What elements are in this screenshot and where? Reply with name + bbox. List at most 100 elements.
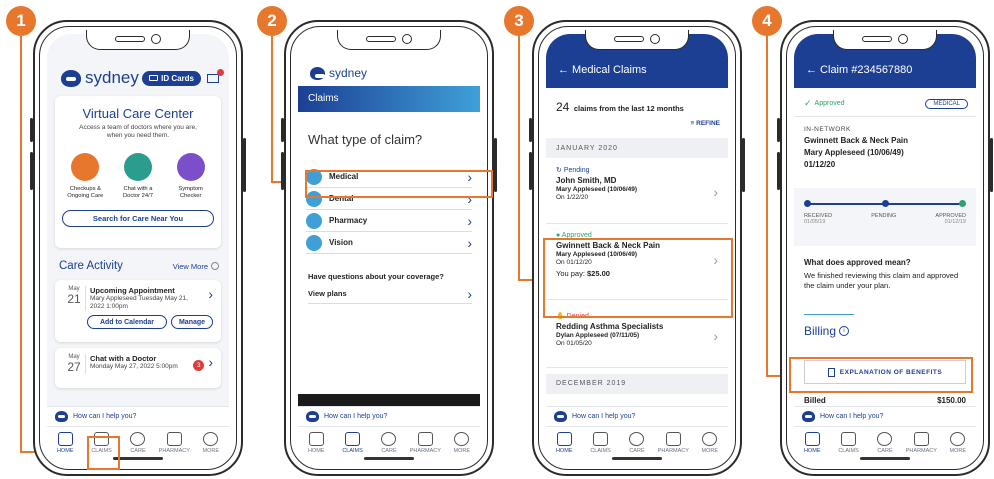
chat-count-badge: 3 [193,360,205,371]
pending-status: Pending [563,167,590,174]
nav-care[interactable]: CARE [868,432,902,454]
vcc-subtitle: Access a team of doctors where you are, … [79,124,197,140]
symptom-checker-label: Symptom Checker [178,185,203,199]
appt-title: Upcoming Appointment [90,286,175,295]
nav-pharmacy-label: PHARMACY [158,448,190,454]
symptom-checker-icon [176,152,205,181]
info-icon[interactable]: i [839,326,850,336]
help-text: How can I help you? [820,413,884,420]
nav-claims-label: CLAIMS [838,448,859,454]
calendar-heart-icon [71,152,100,181]
view-plans-link[interactable]: View plans › [308,284,472,304]
nav-more[interactable]: MORE [194,432,228,454]
step-badge-4: 4 [752,6,782,36]
nav-home[interactable]: HOME [299,432,333,454]
patient-name: Mary Appleseed (10/06/49) [804,148,904,157]
nav-claims[interactable]: CLAIMS [584,432,618,454]
add-to-calendar-button[interactable]: Add to Calendar [87,315,167,330]
claim-type-question: What type of claim? [308,132,423,147]
nav-home[interactable]: HOME [48,432,82,454]
denied-provider: Redding Asthma Specialists [556,322,664,331]
connector-line-1 [20,34,22,453]
home-indicator [860,457,910,460]
back-title[interactable]: ← Medical Claims [558,64,647,76]
home-icon [556,432,572,446]
claims-count: 24 claims from the last 12 months [556,98,720,116]
claims-count-text: claims from the last 12 months [573,104,684,113]
assistant-icon [306,411,319,422]
heart-pulse-icon [877,432,893,446]
assistant-icon [554,411,567,422]
nav-more-label: MORE [453,448,471,454]
help-text: How can I help you? [572,413,636,420]
heart-pulse-icon [381,432,397,446]
nav-claims[interactable]: CLAIMS [832,432,866,454]
assistant-icon [55,411,68,422]
approved-question: What does approved mean? [804,258,911,267]
highlight-medical-row [305,170,493,198]
nav-more[interactable]: MORE [693,432,727,454]
clipboard-icon [593,432,609,446]
nav-pharmacy-label: PHARMACY [657,448,689,454]
nav-care-label: CARE [130,448,146,454]
chat-doctor-icon [123,152,152,181]
appt-day: 21 [67,292,81,306]
nav-care-label: CARE [629,448,645,454]
refine-button[interactable]: ≡ REFINE [556,120,720,127]
chat-doctor-option[interactable]: Chat with a Doctor 24/7 [116,152,160,200]
nav-pharmacy[interactable]: PHARMACY [656,432,690,454]
home-indicator [364,457,414,460]
sydney-mascot-icon [61,69,81,87]
phone-claim-detail: ← Claim #234567880 ✓ Approved MEDICAL IN… [777,20,993,476]
nav-pharmacy[interactable]: PHARMACY [904,432,938,454]
chevron-right-icon: › [713,184,718,200]
nav-care[interactable]: CARE [372,432,406,454]
view-more-link[interactable]: View More [173,262,219,271]
nav-more-label: MORE [701,448,719,454]
help-bar[interactable]: How can I help you? [298,406,480,426]
progress-tracker: RECEIVED 01/05/19 PENDING APPROVED 01/12/1… [794,188,976,246]
nav-home[interactable]: HOME [795,432,829,454]
heart-pulse-icon [629,432,645,446]
nav-home-label: HOME [803,448,821,454]
nav-care-label: CARE [877,448,893,454]
search-care-button[interactable]: Search for Care Near You [62,209,214,227]
notch [337,30,441,50]
checkups-option[interactable]: Checkups & Ongoing Care [63,152,107,200]
step-pending-label: PENDING [871,213,897,219]
nav-claims[interactable]: CLAIMS [336,432,370,454]
notch [833,30,937,50]
step-received-date: 01/05/19 [804,219,826,225]
nav-home[interactable]: HOME [547,432,581,454]
help-bar[interactable]: How can I help you? [47,406,229,426]
nav-care[interactable]: CARE [121,432,155,454]
nav-home-label: HOME [56,448,74,454]
highlight-eob-button [789,357,973,393]
claim-row-pending[interactable]: ↻ Pending John Smith, MD Mary Appleseed … [546,160,728,224]
claim-type-vision[interactable]: Vision › [306,232,472,254]
help-bar[interactable]: How can I help you? [794,406,976,426]
claim-type-pharmacy[interactable]: Pharmacy › [306,210,472,232]
clipboard-icon [345,432,361,446]
nav-care[interactable]: CARE [620,432,654,454]
connector-line-2 [271,34,273,182]
id-cards-button[interactable]: ID Cards [142,70,201,86]
nav-more-label: MORE [202,448,220,454]
help-text: How can I help you? [73,413,137,420]
help-bar[interactable]: How can I help you? [546,406,728,426]
mail-icon[interactable] [207,68,224,83]
appt-subtitle: Mary Appleseed Tuesday May 21, 2022 1:00… [90,295,188,311]
nav-pharmacy[interactable]: PHARMACY [408,432,442,454]
manage-button[interactable]: Manage [171,315,213,330]
nav-more[interactable]: MORE [941,432,975,454]
denied-date: On 01/05/20 [556,340,592,347]
nav-more[interactable]: MORE [445,432,479,454]
step-badge-3: 3 [504,6,534,36]
appointment-card[interactable]: May 21 Upcoming Appointment Mary Applese… [55,280,221,342]
back-title[interactable]: ← Claim #234567880 [806,64,912,76]
nav-pharmacy[interactable]: PHARMACY [157,432,191,454]
symptom-checker-option[interactable]: Symptom Checker [169,152,213,200]
chat-doctor-card[interactable]: May 27 Chat with a Doctor Monday May 27,… [55,348,221,388]
claim-date: 01/12/20 [804,160,836,169]
chevron-circle-icon [211,262,219,270]
